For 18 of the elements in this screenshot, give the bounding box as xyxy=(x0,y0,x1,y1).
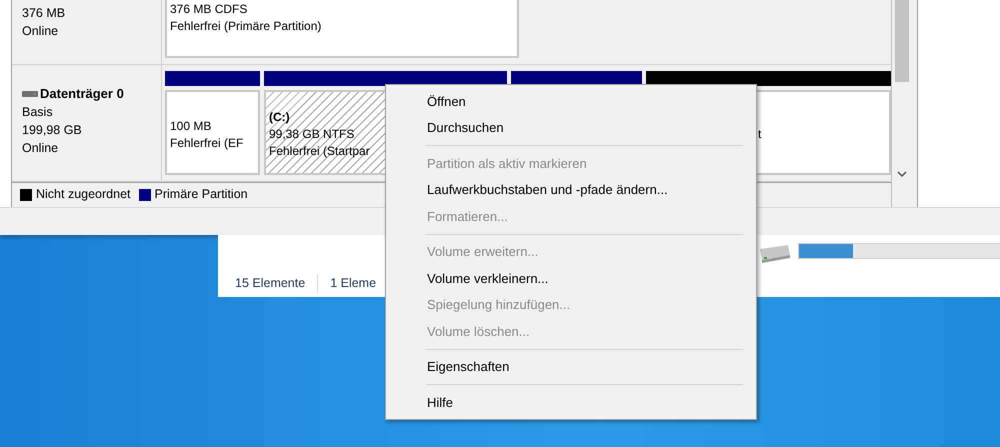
disk-info: Basis xyxy=(22,104,54,121)
legend-label: Nicht zugeordnet xyxy=(36,186,131,204)
legend-label: Primäre Partition xyxy=(154,186,248,204)
disk-name: Datenträger 0 xyxy=(40,85,124,103)
disk-info: 376 MB xyxy=(22,5,66,22)
disk-info: 199,98 GB xyxy=(22,122,83,139)
partition-text: 100 MB xyxy=(170,118,212,134)
status-text: 15 Elemente xyxy=(235,275,306,292)
partition-text: Fehlerfrei (Startpar xyxy=(269,143,370,160)
volume-label: (C:) xyxy=(269,109,290,126)
status-text: 1 Eleme xyxy=(317,274,376,293)
disk-info: Online xyxy=(22,23,60,40)
partition-text: t xyxy=(758,126,762,143)
partition-text: 99,38 GB NTFS xyxy=(269,126,354,143)
partition-text: Fehlerfrei (EF xyxy=(170,134,244,152)
partition-text: Fehlerfrei (Primäre Partition) xyxy=(170,18,322,34)
disk-info: Online xyxy=(22,140,60,157)
partition-text: 376 MB CDFS xyxy=(170,0,248,18)
